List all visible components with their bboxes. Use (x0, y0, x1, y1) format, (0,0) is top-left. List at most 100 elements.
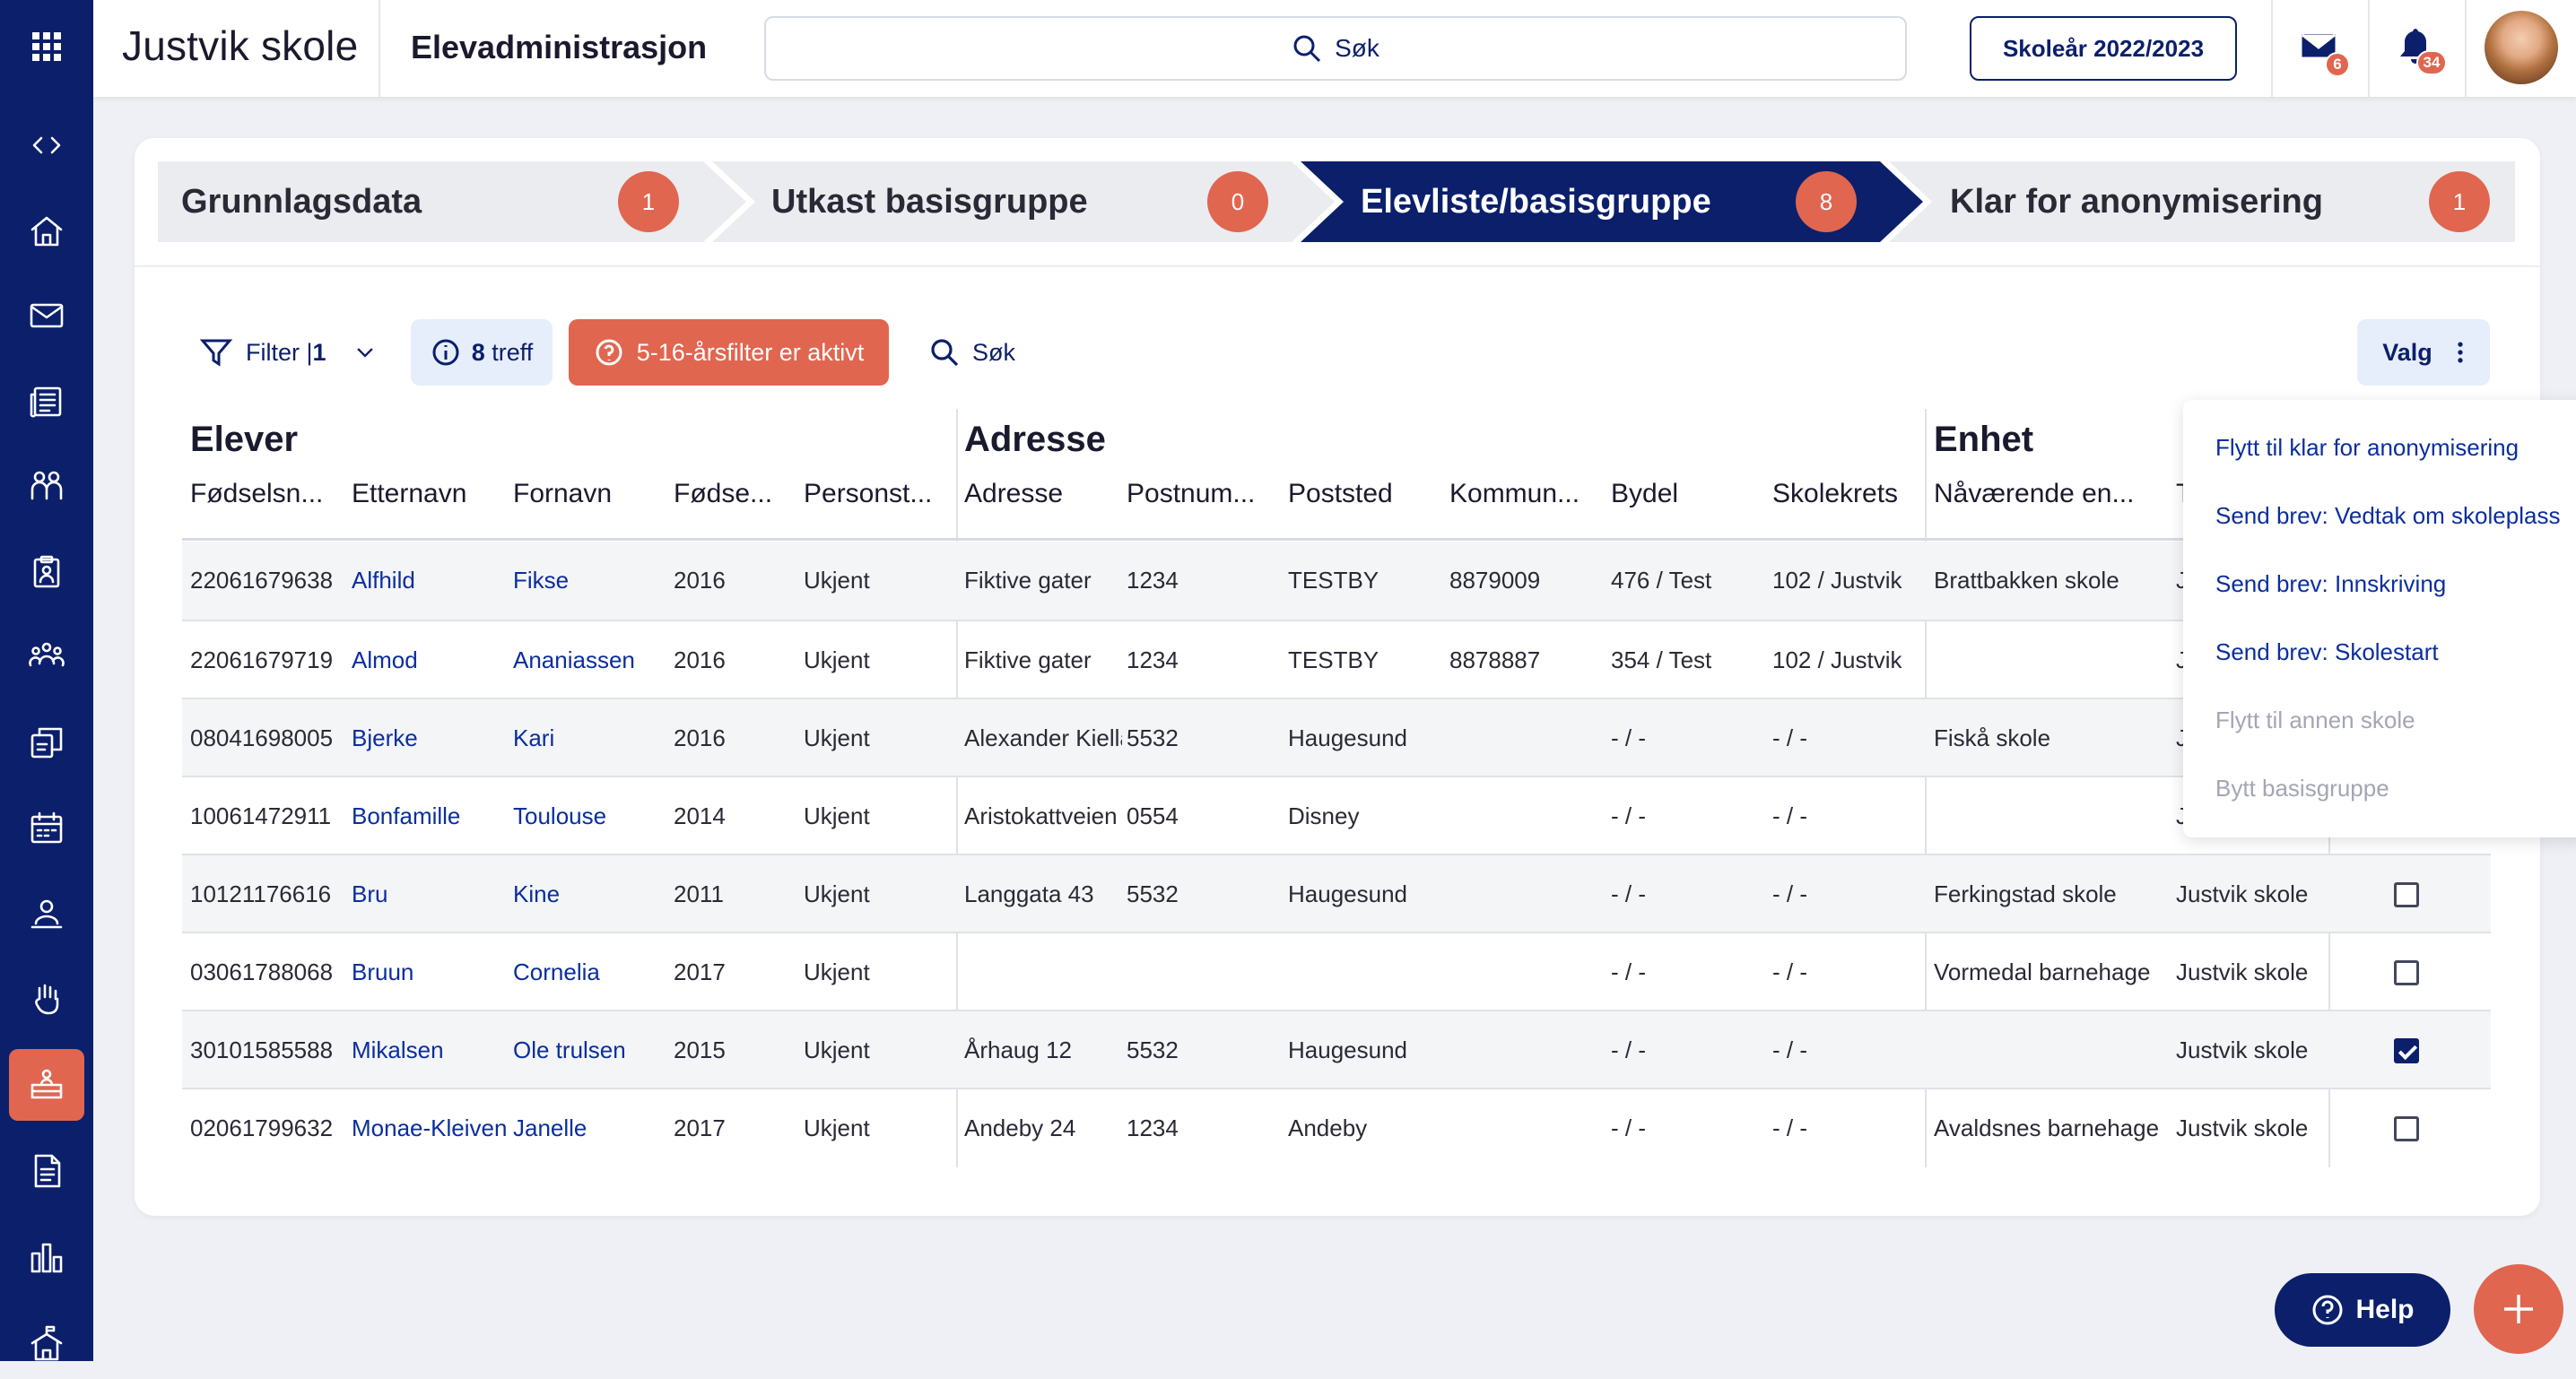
row-checkbox[interactable] (2394, 960, 2419, 985)
cell-etternavn[interactable]: Bruun (352, 933, 509, 1011)
news-icon[interactable] (9, 366, 84, 438)
cell-kommune (1449, 933, 1602, 1011)
clipboard-icon[interactable] (9, 536, 84, 608)
cell-personstatus: Ukjent (804, 802, 870, 829)
filter-count: 1 (312, 338, 326, 366)
cell-etternavn[interactable]: Almod (352, 621, 509, 699)
column-header-kommune[interactable]: Kommun... (1449, 479, 1580, 509)
cell-etternavn[interactable]: Bonfamille (352, 777, 509, 855)
people-icon[interactable] (9, 450, 84, 522)
row-checkbox[interactable] (2394, 882, 2419, 907)
search-icon (931, 339, 959, 367)
cell-fodselsaar: 2014 (674, 802, 726, 829)
cell-kommune: 8878887 (1449, 646, 1541, 673)
cell-fornavn[interactable]: Kari (513, 699, 671, 777)
step-utkast-basisgruppe[interactable]: Utkast basisgruppe (771, 161, 1088, 242)
row-checkbox[interactable] (2394, 1038, 2419, 1063)
column-header-personstatus[interactable]: Personst... (804, 479, 932, 509)
cell-fodselsaar: 2017 (674, 958, 726, 985)
column-header-bydel[interactable]: Bydel (1611, 479, 1678, 509)
filter-button[interactable]: Filter |1 (199, 319, 379, 386)
cell-naavaerende-enhet: Avaldsnes barnehage (1934, 1114, 2160, 1141)
table-row[interactable]: 30101585588 Mikalsen Ole trulsen 2015 Ukjent… (182, 1010, 2491, 1088)
column-header-fornavn[interactable]: Fornavn (513, 479, 612, 509)
cell-tilhorende-skole: Justvik skole (2176, 880, 2309, 907)
mail-icon[interactable] (9, 280, 84, 351)
table-search-button[interactable]: Søk (929, 319, 1015, 386)
school-year-button[interactable]: Skoleår 2022/2023 (1970, 16, 2237, 81)
global-search[interactable]: Søk (764, 16, 1907, 81)
chart-icon[interactable] (9, 1221, 84, 1293)
cell-fornavn[interactable]: Janelle (513, 1089, 671, 1167)
table-row[interactable]: 03061788068 Bruun Cornelia 2017 Ukjent - / - -… (182, 932, 2491, 1010)
cell-etternavn[interactable]: Bru (352, 855, 509, 933)
cell-fornavn[interactable]: Kine (513, 855, 671, 933)
cell-bydel: - / - (1611, 1036, 1646, 1063)
menu-item-bytt-basisgruppe: Bytt basisgruppe (2215, 775, 2389, 802)
help-button[interactable]: Help (2275, 1273, 2450, 1347)
row-checkbox[interactable] (2394, 1116, 2419, 1141)
school-icon[interactable] (9, 1307, 84, 1379)
menu-item-flytt-til-klar[interactable]: Flytt til klar for anonymisering (2215, 434, 2519, 462)
table-row[interactable]: 22061679719 Almod Ananiassen 2016 Ukjent Fikt… (182, 620, 2491, 698)
column-header-fodselsnummer[interactable]: Fødselsn... (190, 479, 323, 509)
column-header-skolekrets[interactable]: Skolekrets (1772, 479, 1898, 509)
cell-fornavn[interactable]: Fikse (513, 542, 671, 620)
edit-document-icon[interactable] (9, 707, 84, 778)
step-label: Elevliste/basisgruppe (1361, 182, 1711, 221)
step-elevliste-basisgruppe[interactable]: Elevliste/basisgruppe (1361, 161, 1711, 242)
column-header-naavaerende-enhet[interactable]: Nåværende en... (1934, 479, 2134, 509)
home-icon[interactable] (9, 195, 84, 267)
cell-poststed: TESTBY (1288, 567, 1379, 594)
menu-item-innskriving[interactable]: Send brev: Innskriving (2215, 570, 2446, 598)
cell-personstatus: Ukjent (804, 646, 870, 673)
menu-item-skolestart[interactable]: Send brev: Skolestart (2215, 638, 2439, 666)
table-row[interactable]: 10061472911 Bonfamille Toulouse 2014 Ukjent A… (182, 776, 2491, 854)
step-count-badge: 8 (1796, 171, 1857, 232)
cell-fornavn[interactable]: Ole trulsen (513, 1011, 671, 1089)
cell-kommune (1449, 1011, 1602, 1089)
document-icon[interactable] (9, 1135, 84, 1207)
divider (2368, 0, 2370, 97)
cell-kommune: 8879009 (1449, 567, 1541, 594)
mail-button[interactable]: 6 (2298, 25, 2350, 77)
collapse-toggle-icon[interactable] (9, 109, 84, 181)
cell-bydel: 476 / Test (1611, 567, 1712, 594)
valg-button[interactable]: Valg (2357, 319, 2490, 386)
table-row[interactable]: 10121176616 Bru Kine 2011 Ukjent Langgata 43 5… (182, 854, 2491, 932)
cell-adresse: Aristokattveien (964, 802, 1118, 829)
age-filter-button[interactable]: 5-16-årsfilter er aktivt (569, 319, 889, 386)
table-row[interactable]: 22061679638 Alfhild Fikse 2016 Ukjent Fiktive… (182, 542, 2491, 620)
step-label: Grunnlagsdata (181, 182, 422, 221)
column-header-adresse[interactable]: Adresse (964, 479, 1063, 509)
column-header-poststed[interactable]: Poststed (1288, 479, 1393, 509)
notifications-button[interactable]: 34 (2395, 25, 2447, 75)
cell-etternavn[interactable]: Bjerke (352, 699, 509, 777)
cell-etternavn[interactable]: Monae-Kleiven (352, 1089, 509, 1167)
step-grunnlagsdata[interactable]: Grunnlagsdata (181, 161, 422, 242)
table-row[interactable]: 08041698005 Bjerke Kari 2016 Ukjent Alexander… (182, 698, 2491, 776)
apps-grid-icon[interactable] (9, 11, 84, 82)
calendar-icon[interactable] (9, 793, 84, 864)
add-button[interactable] (2474, 1264, 2563, 1354)
teacher-icon[interactable] (9, 879, 84, 950)
process-steps: Grunnlagsdata 1 Utkast basisgruppe 0 Ele… (158, 161, 2515, 242)
groups-icon[interactable] (9, 620, 84, 692)
cell-fornavn[interactable]: Toulouse (513, 777, 671, 855)
column-header-etternavn[interactable]: Etternavn (352, 479, 466, 509)
column-header-fodselsaar[interactable]: Fødse... (674, 479, 772, 509)
step-klar-for-anonymisering[interactable]: Klar for anonymisering (1950, 161, 2323, 242)
menu-item-vedtak-om-skoleplass[interactable]: Send brev: Vedtak om skoleplass (2215, 502, 2560, 530)
table-row[interactable]: 02061799632 Monae-Kleiven Janelle 2017 Ukjen… (182, 1088, 2491, 1166)
hand-icon[interactable] (9, 963, 84, 1035)
classroom-icon[interactable] (9, 1049, 84, 1121)
cell-etternavn[interactable]: Alfhild (352, 542, 509, 620)
cell-fornavn[interactable]: Cornelia (513, 933, 671, 1011)
user-avatar[interactable] (2485, 11, 2558, 84)
cell-etternavn[interactable]: Mikalsen (352, 1011, 509, 1089)
cell-personstatus: Ukjent (804, 958, 870, 985)
cell-fodselsnummer: 22061679638 (190, 567, 334, 594)
cell-bydel: - / - (1611, 802, 1646, 829)
cell-fornavn[interactable]: Ananiassen (513, 621, 671, 699)
column-header-postnummer[interactable]: Postnum... (1127, 479, 1255, 509)
